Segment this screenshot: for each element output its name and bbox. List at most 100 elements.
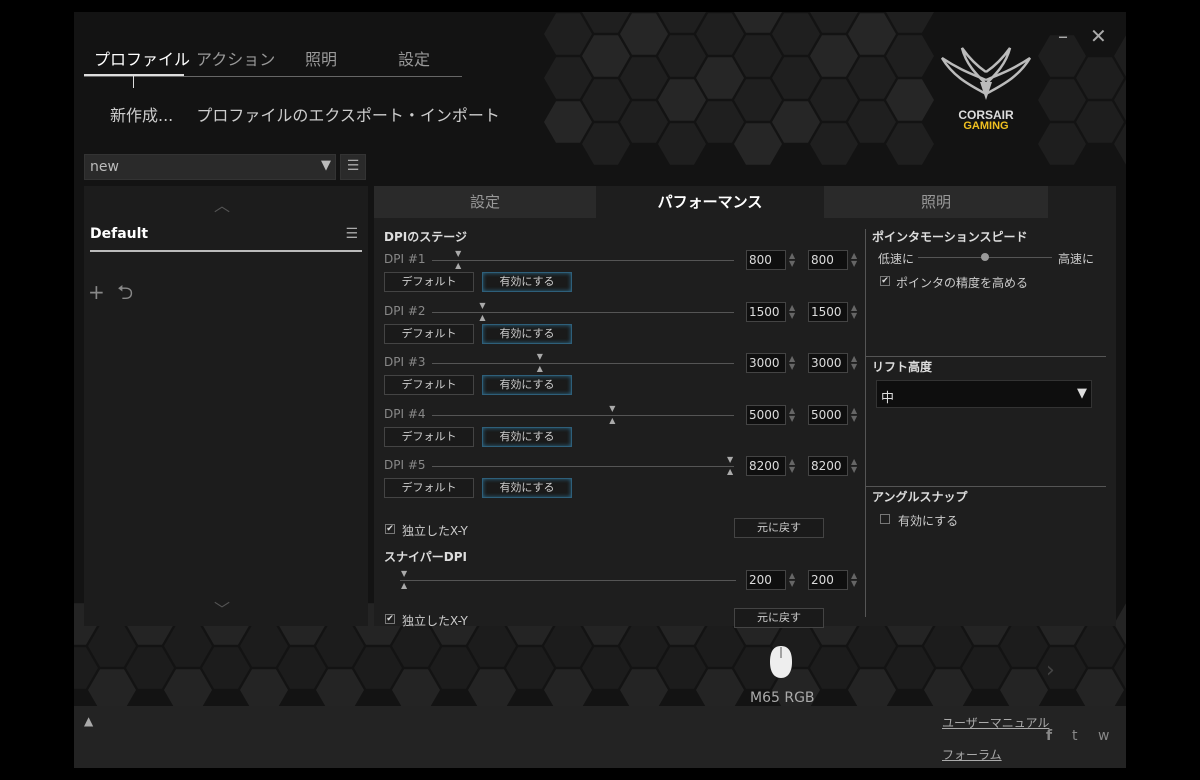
dpi-y-spinner[interactable]: ▲ ▼ xyxy=(851,303,857,320)
dpi-y-input[interactable]: 800 xyxy=(808,250,848,270)
profile-select[interactable]: new ▼ xyxy=(84,154,336,180)
slider-thumb-top[interactable]: ▼ xyxy=(479,301,485,310)
tab-lighting[interactable]: 照明 xyxy=(305,46,337,74)
sniper-y-input[interactable]: 200 xyxy=(808,570,848,590)
hexagon-decoration xyxy=(696,625,744,667)
sniper-independent-xy-label: 独立したX-Y xyxy=(402,614,468,628)
angle-snap-checkbox[interactable] xyxy=(880,514,890,524)
dpi-enable-button[interactable]: 有効にする xyxy=(482,323,572,344)
mouse-icon[interactable] xyxy=(766,644,796,680)
dpi-stage-track[interactable] xyxy=(432,363,734,364)
close-button[interactable]: ✕ xyxy=(1090,24,1107,48)
new-profile-link[interactable]: 新作成... xyxy=(110,106,173,125)
dpi-x-spinner[interactable]: ▲ ▼ xyxy=(789,458,795,474)
tab-performance[interactable]: パフォーマンス xyxy=(596,186,824,218)
dpi-x-input[interactable]: 8200 xyxy=(746,456,786,476)
dpi-stage-track[interactable] xyxy=(432,466,734,467)
dpi-enable-button[interactable]: 有効にする xyxy=(482,272,572,292)
hexagon-decoration xyxy=(924,669,972,711)
dpi-reset-button[interactable]: 元に戻す xyxy=(734,518,824,538)
import-profile-icon[interactable]: ⮌ xyxy=(117,280,133,304)
dpi-stage-track[interactable] xyxy=(432,260,734,261)
sniper-independent-xy-checkbox[interactable]: ✔ xyxy=(385,614,395,624)
hexagon-decoration xyxy=(620,101,668,143)
dpi-enable-button[interactable]: 有効にする xyxy=(482,375,572,395)
tab-device-settings[interactable]: 設定 xyxy=(374,186,596,218)
expand-up-icon[interactable]: ▲ xyxy=(84,714,93,728)
profile-tools: + ⮌ xyxy=(88,278,139,312)
scroll-up-icon[interactable]: ︿ xyxy=(214,192,230,216)
lift-height-select[interactable]: 中 ▼ xyxy=(876,380,1092,408)
dpi-stage-track[interactable] xyxy=(432,414,734,416)
dpi-default-button[interactable]: デフォルト xyxy=(384,426,474,447)
slider-thumb-bottom[interactable]: ▲ xyxy=(727,468,733,476)
profile-name: Default xyxy=(90,226,149,242)
dpi-x-input[interactable]: 1500 xyxy=(746,301,786,322)
dpi-y-input[interactable]: 3000 xyxy=(808,353,848,373)
next-device-icon[interactable]: › xyxy=(1046,658,1055,683)
add-profile-icon[interactable]: + xyxy=(88,280,105,304)
profile-item-menu-icon[interactable]: ☰ xyxy=(345,226,358,242)
dpi-x-spinner[interactable]: ▲ ▼ xyxy=(789,355,795,371)
dpi-x-spinner[interactable]: ▲ ▼ xyxy=(789,406,795,423)
sniper-y-spinner[interactable]: ▲ ▼ xyxy=(851,572,857,588)
tab-settings[interactable]: 設定 xyxy=(398,46,430,74)
dpi-enable-button[interactable]: 有効にする xyxy=(482,478,572,498)
hexagon-decoration xyxy=(848,57,896,99)
export-import-link[interactable]: プロファイルのエクスポート・インポート xyxy=(196,106,500,125)
dpi-enable-button[interactable]: 有効にする xyxy=(482,426,572,447)
hexagon-decoration xyxy=(278,647,326,689)
dpi-default-button[interactable]: デフォルト xyxy=(384,375,474,395)
twitter-icon[interactable]: t xyxy=(1072,728,1078,744)
slider-thumb-bottom[interactable]: ▲ xyxy=(609,416,615,425)
profile-list-item[interactable]: Default ☰ xyxy=(90,224,362,252)
scroll-down-icon[interactable]: ﹀ xyxy=(214,596,230,620)
dpi-y-spinner[interactable]: ▲ ▼ xyxy=(851,252,857,268)
forum-link[interactable]: フォーラム xyxy=(942,746,1002,763)
profile-menu-button[interactable]: ☰ xyxy=(340,154,366,180)
independent-xy-checkbox[interactable]: ✔ xyxy=(385,524,395,534)
slider-thumb-top[interactable]: ▼ xyxy=(609,404,615,413)
sniper-dpi-track[interactable] xyxy=(400,580,736,581)
slider-thumb-top[interactable]: ▼ xyxy=(537,353,543,361)
dpi-default-button[interactable]: デフォルト xyxy=(384,272,474,292)
sniper-reset-button[interactable]: 元に戻す xyxy=(734,608,824,628)
hexagon-decoration xyxy=(1038,123,1086,165)
facebook-icon[interactable]: f xyxy=(1046,728,1052,744)
slider-thumb-bottom[interactable]: ▲ xyxy=(401,582,407,590)
sniper-x-input[interactable]: 200 xyxy=(746,570,786,590)
minimize-button[interactable]: – xyxy=(1058,24,1068,48)
slider-thumb-top[interactable]: ▼ xyxy=(455,250,461,258)
dpi-y-input[interactable]: 1500 xyxy=(808,301,848,322)
hexagon-decoration xyxy=(848,625,896,667)
dpi-x-input[interactable]: 800 xyxy=(746,250,786,270)
hexagon-decoration xyxy=(240,669,288,711)
dpi-y-spinner[interactable]: ▲ ▼ xyxy=(851,406,857,423)
dpi-x-spinner[interactable]: ▲ ▼ xyxy=(789,252,795,268)
sniper-x-spinner[interactable]: ▲ ▼ xyxy=(789,572,795,588)
slider-thumb-bottom[interactable]: ▲ xyxy=(455,262,461,270)
dpi-stage-track[interactable] xyxy=(432,311,734,313)
user-manual-link[interactable]: ユーザーマニュアル xyxy=(942,714,1049,731)
slider-thumb-top[interactable]: ▼ xyxy=(401,570,407,578)
slider-thumb-bottom[interactable]: ▲ xyxy=(479,313,485,322)
corsair-sails-icon[interactable]: w xyxy=(1098,728,1109,744)
pointer-speed-knob[interactable] xyxy=(981,253,989,261)
tab-profile[interactable]: プロファイル xyxy=(94,46,190,74)
hexagon-decoration xyxy=(1000,669,1048,711)
dpi-y-spinner[interactable]: ▲ ▼ xyxy=(851,355,857,371)
dpi-default-button[interactable]: デフォルト xyxy=(384,323,474,344)
dpi-x-input[interactable]: 3000 xyxy=(746,353,786,373)
dpi-default-button[interactable]: デフォルト xyxy=(384,478,474,498)
tab-actions[interactable]: アクション xyxy=(196,46,275,74)
dpi-x-spinner[interactable]: ▲ ▼ xyxy=(789,303,795,320)
hexagon-decoration xyxy=(1076,57,1124,99)
slider-thumb-bottom[interactable]: ▲ xyxy=(537,365,543,373)
pointer-precision-checkbox[interactable]: ✔ xyxy=(880,276,890,286)
tab-device-lighting[interactable]: 照明 xyxy=(824,186,1048,218)
dpi-y-spinner[interactable]: ▲ ▼ xyxy=(851,458,857,474)
dpi-y-input[interactable]: 8200 xyxy=(808,456,848,476)
dpi-y-input[interactable]: 5000 xyxy=(808,404,848,425)
slider-thumb-top[interactable]: ▼ xyxy=(727,456,733,464)
dpi-x-input[interactable]: 5000 xyxy=(746,404,786,425)
